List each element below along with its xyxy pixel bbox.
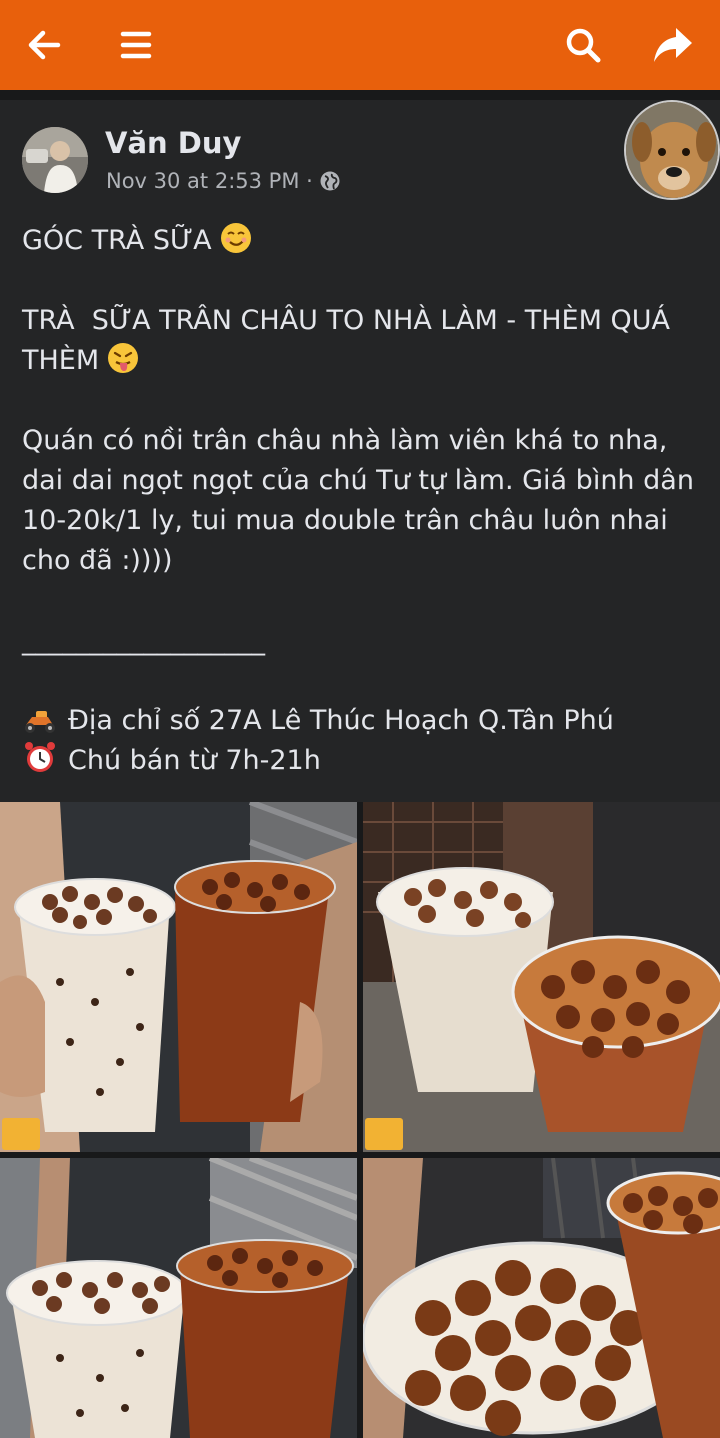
watermark-logo — [2, 1118, 40, 1150]
globe-icon — [320, 171, 340, 191]
bubble-tea-photo — [0, 802, 357, 1152]
photo-4[interactable] — [363, 1158, 720, 1438]
tongue-emoji-icon — [108, 343, 139, 373]
author-avatar[interactable] — [22, 127, 88, 193]
photo-1[interactable] — [0, 802, 357, 1152]
avatar-photo — [22, 127, 88, 193]
share-arrow-icon — [654, 28, 692, 62]
search-icon — [566, 28, 601, 63]
post-timestamp[interactable]: Nov 30 at 2:53 PM · — [106, 169, 313, 193]
share-button[interactable] — [650, 22, 696, 68]
menu-button[interactable] — [113, 22, 159, 68]
motor-scooter-icon — [25, 711, 55, 733]
post-line: GÓC TRÀ SỮA — [22, 221, 702, 261]
search-button[interactable] — [560, 22, 606, 68]
back-arrow-icon — [28, 30, 61, 60]
post-line: TRÀ SỮA TRÂN CHÂU TO NHÀ LÀM - THÈM QUÁ … — [22, 305, 679, 376]
photo-grid — [0, 802, 720, 1438]
chat-head-bubble[interactable] — [624, 100, 720, 200]
bubble-tea-photo — [363, 1158, 720, 1438]
back-button[interactable] — [22, 22, 68, 68]
dog-photo — [626, 102, 718, 198]
post-line: Chú bán từ 7h-21h — [22, 741, 702, 781]
post-body: GÓC TRÀ SỮA TRÀ SỮA TRÂN CHÂU TO NHÀ LÀM… — [22, 221, 702, 781]
hamburger-menu-icon — [120, 31, 152, 59]
post-line: __________________ — [22, 625, 265, 656]
author-name[interactable]: Văn Duy — [105, 126, 241, 160]
photo-3[interactable] — [0, 1158, 357, 1438]
bubble-tea-photo — [0, 1158, 357, 1438]
post-meta: Nov 30 at 2:53 PM · — [106, 169, 341, 193]
smirk-emoji-icon — [220, 223, 251, 253]
divider — [0, 90, 720, 100]
photo-2[interactable] — [363, 802, 720, 1152]
post-line: Địa chỉ số 27A Lê Thúc Hoạch Q.Tân Phú — [22, 701, 702, 741]
post-line: Quán có nồi trân châu nhà làm viên khá t… — [22, 425, 703, 576]
top-app-bar — [0, 0, 720, 90]
watermark-logo — [365, 1118, 403, 1150]
post-card: Văn Duy Nov 30 at 2:53 PM · GÓC TRÀ SỮA … — [0, 100, 720, 802]
alarm-clock-icon — [25, 742, 55, 772]
bubble-tea-photo — [363, 802, 720, 1152]
